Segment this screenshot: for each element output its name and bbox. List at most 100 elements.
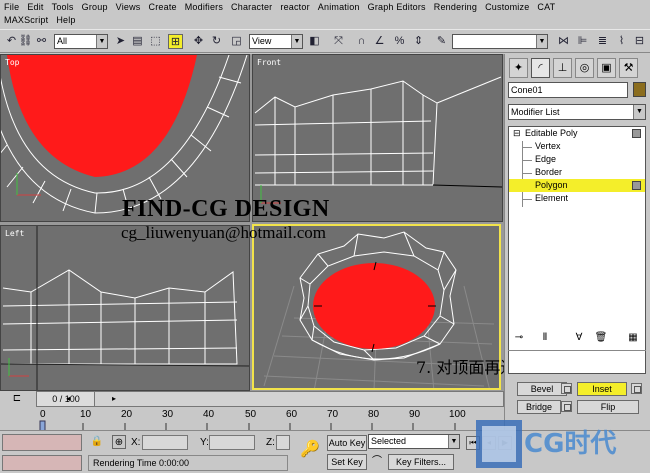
configure-sets-icon[interactable]: ▦ xyxy=(626,331,640,345)
menu-customize[interactable]: Customize xyxy=(485,1,529,14)
rendering-time-text: Rendering Time 0:00:00 xyxy=(93,458,190,468)
display-tab-icon[interactable]: ▣ xyxy=(597,58,616,78)
object-name-field[interactable]: Cone01 xyxy=(508,82,628,98)
lock-selection-icon[interactable]: 🔒 xyxy=(90,435,104,449)
key-mode-dropdown[interactable]: Selected ▼ xyxy=(368,434,460,449)
default-tangent-icon[interactable]: ⌒ xyxy=(370,455,384,469)
modify-tab-icon[interactable]: ◜ xyxy=(531,58,550,78)
next-frame-icon[interactable]: ▸ xyxy=(85,392,143,406)
remove-modifier-icon[interactable]: 🗑 xyxy=(594,331,608,345)
maxscript-listener-field[interactable] xyxy=(2,434,82,451)
bevel-button[interactable]: Bevel xyxy=(517,382,567,396)
select-arrow-icon[interactable]: ➤ xyxy=(113,34,128,49)
bridge-settings-button[interactable] xyxy=(561,401,572,412)
reference-coord-dropdown[interactable]: View ▼ xyxy=(249,34,303,49)
menu-reactor[interactable]: reactor xyxy=(280,1,309,14)
menu-tools[interactable]: Tools xyxy=(52,1,74,14)
utilities-tab-icon[interactable]: ⚒ xyxy=(619,58,638,78)
menu-graph-editors[interactable]: Graph Editors xyxy=(368,1,426,14)
viewport-left[interactable]: Left xyxy=(0,225,250,391)
y-coordinate-field[interactable] xyxy=(209,435,255,450)
schematic-view-icon[interactable]: ⊟ xyxy=(632,34,647,49)
main-toolbar: ↶ ⛓ ⚯ All ▼ ➤ ▤ ⬚ ⊞ ✥ ↻ ◲ View ▼ ◧ ⤧ ∩ ∠… xyxy=(0,29,650,53)
menu-edit[interactable]: Edit xyxy=(27,1,43,14)
key-filters-button[interactable]: Key Filters... xyxy=(388,454,454,470)
snap-toggle-icon[interactable]: ∩ xyxy=(354,34,369,49)
motion-tab-icon[interactable]: ◎ xyxy=(575,58,594,78)
stack-item-editable-poly[interactable]: ⊟ Editable Poly xyxy=(509,127,645,140)
bevel-settings-button[interactable] xyxy=(561,383,572,394)
pin-stack-icon[interactable]: ⊸ xyxy=(512,331,526,345)
selection-filter-dropdown[interactable]: All ▼ xyxy=(54,34,108,49)
modifier-list-dropdown[interactable]: Modifier List ▼ xyxy=(508,104,646,120)
undo-icon[interactable]: ↶ xyxy=(4,34,19,49)
pivot-center-icon[interactable]: ◧ xyxy=(307,34,322,49)
chevron-down-icon: ▼ xyxy=(633,105,645,119)
select-by-name-icon[interactable]: ▤ xyxy=(130,34,145,49)
menu-create[interactable]: Create xyxy=(149,1,177,14)
stack-item-border[interactable]: Border xyxy=(509,166,645,179)
menu-animation[interactable]: Animation xyxy=(318,1,360,14)
menu-modifiers[interactable]: Modifiers xyxy=(185,1,223,14)
menu-character[interactable]: Character xyxy=(231,1,272,14)
stack-item-vertex[interactable]: Vertex xyxy=(509,140,645,153)
hierarchy-tab-icon[interactable]: ⊥ xyxy=(553,58,572,78)
rotate-icon[interactable]: ↻ xyxy=(209,34,224,49)
show-end-result-icon[interactable]: Ⅱ xyxy=(538,331,552,345)
menu-group[interactable]: Group xyxy=(82,1,108,14)
rect-selection-icon[interactable]: ⬚ xyxy=(148,34,163,49)
create-tab-icon[interactable]: ✦ xyxy=(509,58,528,78)
set-key-button[interactable]: Set Key xyxy=(327,454,367,470)
logo-text: CG时代 xyxy=(524,429,616,459)
object-color-swatch[interactable] xyxy=(633,82,646,97)
chevron-down-icon: ▼ xyxy=(96,35,107,48)
unlink-icon[interactable]: ⚯ xyxy=(34,34,49,49)
menu-views[interactable]: Views xyxy=(116,1,141,14)
command-panel-tabs: ✦ ◜ ⊥ ◎ ▣ ⚒ xyxy=(507,56,649,80)
x-coordinate-field[interactable] xyxy=(142,435,188,450)
stack-item-edge[interactable]: Edge xyxy=(509,153,645,166)
track-bar[interactable]: 0 10 20 30 40 50 60 70 80 90 100 xyxy=(0,409,504,431)
align-icon[interactable]: ⊫ xyxy=(575,34,590,49)
link-icon[interactable]: ⛓ xyxy=(18,34,33,49)
named-selection-dropdown[interactable]: ▼ xyxy=(452,34,548,49)
menu-cat[interactable]: CAT xyxy=(537,1,555,14)
stack-item-element[interactable]: Element xyxy=(509,192,645,205)
edit-named-selection-icon[interactable]: ✎ xyxy=(434,34,449,49)
mirror-icon[interactable]: ⋈ xyxy=(556,34,571,49)
select-manipulate-icon[interactable]: ⤧ xyxy=(331,34,346,49)
curve-editor-icon[interactable]: ⌇ xyxy=(614,34,629,49)
left-view-wireframe xyxy=(1,226,249,390)
stack-item-polygon[interactable]: Polygon xyxy=(509,179,645,192)
inset-settings-button[interactable] xyxy=(631,383,642,394)
stack-item-toggle[interactable] xyxy=(632,181,641,190)
z-coordinate-field[interactable] xyxy=(276,435,290,450)
menu-file[interactable]: File xyxy=(4,1,19,14)
chevron-down-icon: ▼ xyxy=(536,35,547,48)
angle-snap-icon[interactable]: ∠ xyxy=(372,34,387,49)
mini-curve-editor-icon[interactable]: ⊏ xyxy=(10,392,24,406)
auto-key-button[interactable]: Auto Key xyxy=(327,435,367,451)
window-crossing-icon[interactable]: ⊞ xyxy=(168,34,183,49)
z-label: Z: xyxy=(266,437,275,448)
menu-help[interactable]: Help xyxy=(56,14,75,27)
menu-rendering[interactable]: Rendering xyxy=(434,1,477,14)
inset-button[interactable]: Inset xyxy=(577,382,627,396)
stack-item-toggle[interactable] xyxy=(632,129,641,138)
time-slider-knob[interactable]: ◂ 0 / 100 ▸ xyxy=(37,392,116,406)
spinner-snap-icon[interactable]: ⇕ xyxy=(411,34,426,49)
set-key-mode-icon[interactable]: 🔑 xyxy=(300,442,320,458)
collapse-minus-icon[interactable]: ⊟ xyxy=(513,127,521,140)
menu-maxscript[interactable]: MAXScript xyxy=(4,14,48,27)
viewport-label-top: Top xyxy=(5,58,20,67)
percent-snap-icon[interactable]: % xyxy=(392,34,407,49)
make-unique-icon[interactable]: ∀ xyxy=(572,331,586,345)
layer-manager-icon[interactable]: ≣ xyxy=(595,34,610,49)
cg-era-logo: CG时代 xyxy=(476,420,616,468)
time-slider[interactable]: ◂ 0 / 100 ▸ xyxy=(36,391,504,407)
absolute-transform-icon[interactable]: ⊕ xyxy=(112,435,126,449)
maxscript-output-field xyxy=(2,455,82,471)
move-icon[interactable]: ✥ xyxy=(191,34,206,49)
chevron-down-icon: ▼ xyxy=(291,35,302,48)
scale-icon[interactable]: ◲ xyxy=(229,34,244,49)
